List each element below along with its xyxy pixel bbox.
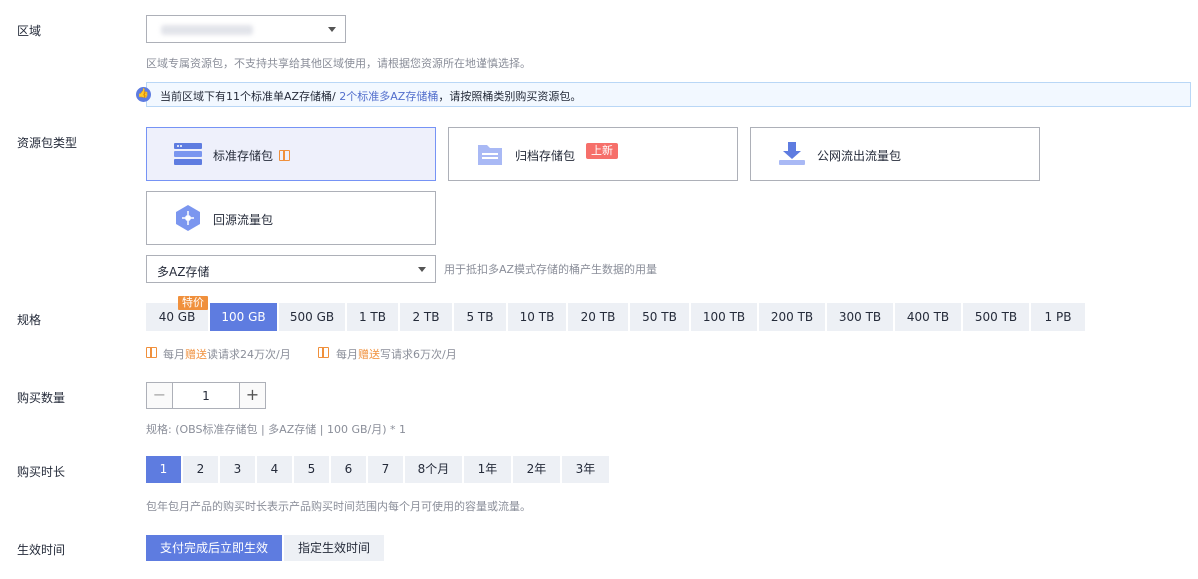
package-card-standard[interactable]: 标准存储包 bbox=[146, 127, 436, 181]
duration-option[interactable]: 8个月 bbox=[405, 456, 462, 483]
effective-options: 支付完成后立即生效 指定生效时间 bbox=[146, 535, 385, 561]
spec-option[interactable]: 10 TB bbox=[508, 303, 566, 331]
hexagon-icon bbox=[176, 205, 200, 231]
package-label: 标准存储包 bbox=[213, 147, 291, 164]
package-label: 公网流出流量包 bbox=[817, 149, 902, 163]
duration-option[interactable]: 2 bbox=[183, 456, 218, 483]
spec-label: 规格 bbox=[17, 313, 42, 327]
duration-options: 1 2 3 4 5 6 7 8个月 1年 2年 3年 bbox=[146, 456, 609, 483]
quantity-input[interactable] bbox=[173, 383, 239, 408]
info-highlight: 2个标准多AZ存储桶 bbox=[339, 90, 439, 103]
effective-immediate-button[interactable]: 支付完成后立即生效 bbox=[146, 535, 283, 561]
package-type-label: 资源包类型 bbox=[17, 136, 78, 150]
package-label: 回源流量包 bbox=[213, 213, 274, 227]
storage-mode-hint: 用于抵扣多AZ模式存储的桶产生数据的用量 bbox=[444, 263, 658, 276]
decrement-button[interactable]: − bbox=[147, 383, 173, 408]
increment-button[interactable]: + bbox=[239, 383, 265, 408]
gift-icon bbox=[318, 347, 329, 358]
duration-option[interactable]: 6 bbox=[331, 456, 366, 483]
thumbs-up-icon: 👍 bbox=[136, 87, 151, 102]
duration-option[interactable]: 7 bbox=[368, 456, 403, 483]
package-card-outbound[interactable]: 公网流出流量包 bbox=[750, 127, 1040, 181]
spec-options: 40 GB 100 GB 500 GB 1 TB 2 TB 5 TB 10 TB… bbox=[146, 303, 1085, 331]
spec-option[interactable]: 100 TB bbox=[691, 303, 757, 331]
duration-option[interactable]: 3年 bbox=[562, 456, 609, 483]
duration-option[interactable]: 5 bbox=[294, 456, 329, 483]
duration-option[interactable]: 4 bbox=[257, 456, 292, 483]
region-select[interactable] bbox=[146, 15, 346, 43]
package-card-origin[interactable]: 回源流量包 bbox=[146, 191, 436, 245]
duration-option[interactable]: 3 bbox=[220, 456, 255, 483]
spec-option[interactable]: 50 TB bbox=[630, 303, 689, 331]
info-prefix: 当前区域下有11个标准单AZ存储桶/ bbox=[160, 90, 340, 103]
info-text: 当前区域下有11个标准单AZ存储桶/ 2个标准多AZ存储桶，请按照桶类别购买资源… bbox=[160, 88, 581, 104]
storage-mode-select[interactable]: 多AZ存储 bbox=[146, 255, 436, 283]
special-price-tag: 特价 bbox=[178, 296, 208, 310]
caret-down-icon bbox=[418, 267, 426, 272]
gift-write-requests: 每月赠送写请求6万次/月 bbox=[336, 348, 457, 361]
package-label: 归档存储包 bbox=[515, 149, 576, 163]
effective-label: 生效时间 bbox=[17, 543, 66, 557]
storage-mode-value: 多AZ存储 bbox=[157, 265, 210, 279]
package-card-archive[interactable]: 归档存储包 上新 bbox=[448, 127, 738, 181]
region-label: 区域 bbox=[17, 24, 42, 38]
new-badge: 上新 bbox=[586, 143, 618, 159]
spec-option[interactable]: 500 TB bbox=[963, 303, 1029, 331]
region-value-redacted bbox=[161, 25, 253, 35]
storage-icon bbox=[174, 143, 202, 165]
duration-hint: 包年包月产品的购买时长表示产品购买时间范围内每个月可使用的容量或流量。 bbox=[146, 500, 531, 513]
effective-custom-button[interactable]: 指定生效时间 bbox=[284, 535, 385, 561]
gift-icon bbox=[279, 150, 291, 161]
spec-option[interactable]: 20 TB bbox=[568, 303, 628, 331]
gift-icon bbox=[146, 347, 157, 358]
spec-option[interactable]: 2 TB bbox=[400, 303, 452, 331]
region-hint: 区域专属资源包，不支持共享给其他区域使用，请根据您资源所在地谨慎选择。 bbox=[146, 57, 531, 70]
spec-option[interactable]: 1 PB bbox=[1031, 303, 1085, 331]
spec-option[interactable]: 1 TB bbox=[347, 303, 398, 331]
caret-down-icon bbox=[328, 27, 336, 32]
quantity-summary: 规格: (OBS标准存储包 | 多AZ存储 | 100 GB/月) * 1 bbox=[146, 423, 406, 436]
archive-icon bbox=[478, 145, 502, 165]
quantity-label: 购买数量 bbox=[17, 391, 66, 405]
quantity-stepper: − + bbox=[146, 382, 266, 409]
spec-option[interactable]: 400 TB bbox=[895, 303, 961, 331]
spec-option[interactable]: 500 GB bbox=[279, 303, 345, 331]
duration-label: 购买时长 bbox=[17, 465, 66, 479]
duration-option[interactable]: 1年 bbox=[464, 456, 511, 483]
gift-read-requests: 每月赠送读请求24万次/月 bbox=[163, 348, 291, 361]
spec-option[interactable]: 300 TB bbox=[827, 303, 893, 331]
spec-option[interactable]: 5 TB bbox=[454, 303, 506, 331]
duration-option[interactable]: 1 bbox=[146, 456, 181, 483]
duration-option[interactable]: 2年 bbox=[513, 456, 560, 483]
info-suffix: ，请按照桶类别购买资源包。 bbox=[438, 90, 582, 103]
spec-option[interactable]: 100 GB bbox=[210, 303, 277, 331]
spec-option[interactable]: 200 TB bbox=[759, 303, 825, 331]
download-icon bbox=[779, 142, 805, 165]
